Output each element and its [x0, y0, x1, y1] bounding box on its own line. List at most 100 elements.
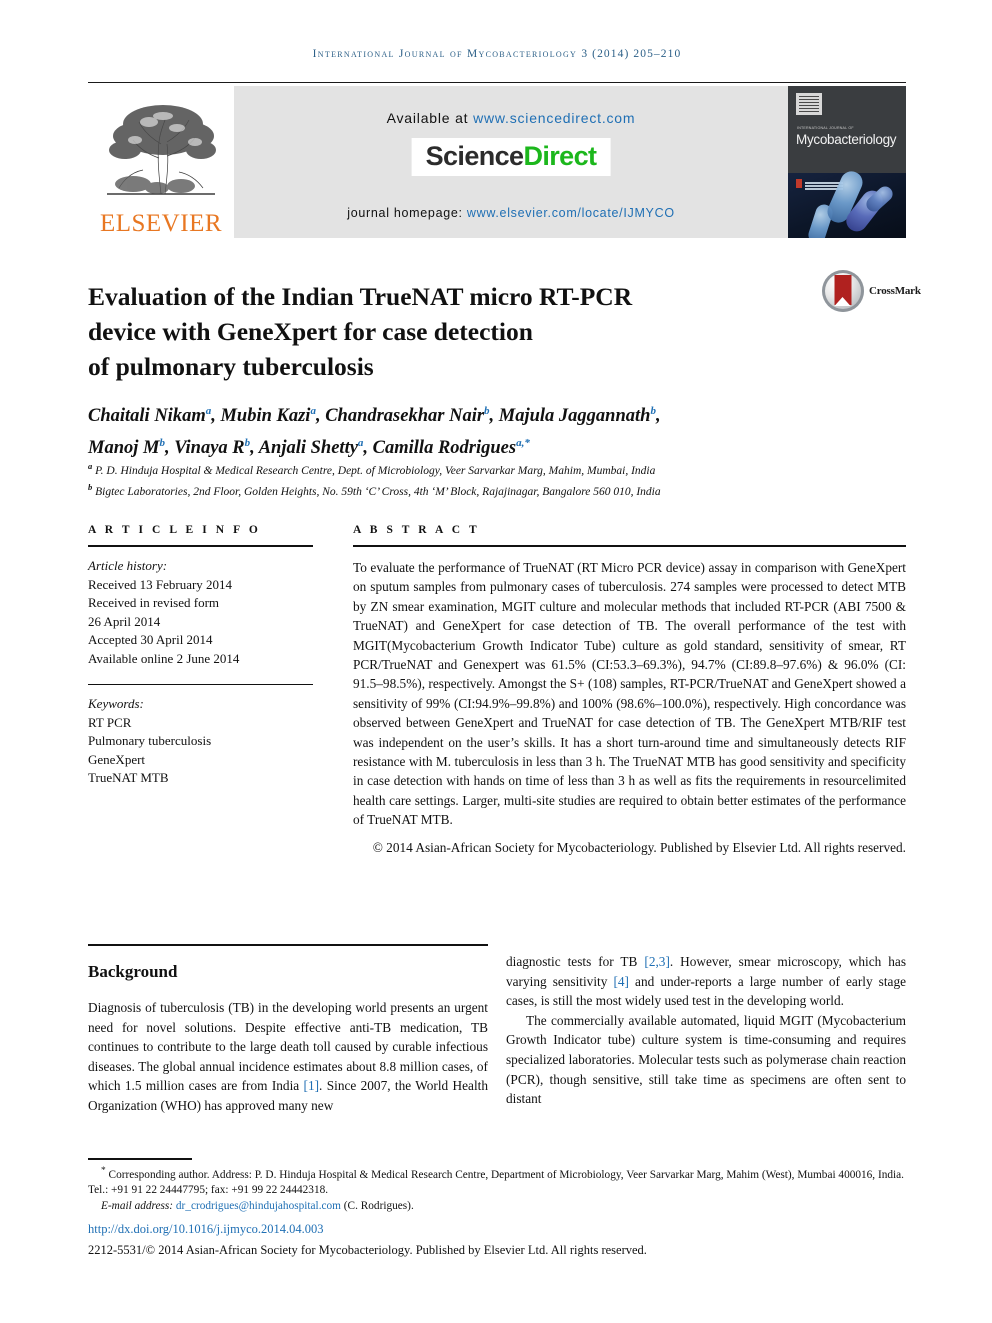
- affiliation-item: b Bigtec Laboratories, 2nd Floor, Golden…: [88, 479, 908, 500]
- author-affiliation-marker: b: [159, 437, 165, 450]
- author-affiliation-marker: a: [310, 405, 316, 417]
- title-line-2: device with GeneXpert for case detection: [88, 317, 533, 347]
- author-affiliation-marker: a: [205, 405, 212, 417]
- abstract-divider: [353, 545, 906, 547]
- body-paragraph: Diagnosis of tuberculosis (TB) in the de…: [88, 998, 488, 1116]
- crossmark-label: CrossMark: [869, 285, 921, 297]
- article-history-item: 26 April 2014: [88, 613, 161, 629]
- author-affiliation-marker: b: [484, 405, 490, 417]
- email-label: E-mail address:: [101, 1199, 174, 1212]
- bacillus-icon: [863, 183, 896, 215]
- crossmark-icon: [822, 270, 864, 312]
- body-column-right: diagnostic tests for TB [2,3]. However, …: [506, 952, 906, 1109]
- available-at-label: Available at: [386, 110, 469, 126]
- corresponding-author-name: Camilla Rodrigues: [372, 438, 517, 459]
- article-history-item: Received 13 February 2014: [88, 576, 233, 592]
- journal-homepage-url[interactable]: www.elsevier.com/locate/IJMYCO: [467, 206, 675, 220]
- available-at-line: Available at www.sciencedirect.com: [234, 110, 788, 126]
- keyword-item: RT PCR: [88, 714, 132, 730]
- sciencedirect-url[interactable]: www.sciencedirect.com: [473, 110, 635, 126]
- affiliation-list: a P. D. Hinduja Hospital & Medical Resea…: [88, 458, 908, 501]
- keywords-label: Keywords:: [88, 696, 144, 711]
- journal-masthead: ELSEVIER Available at www.sciencedirect.…: [88, 86, 906, 238]
- page-title: Evaluation of the Indian TrueNAT micro R…: [88, 279, 778, 384]
- abstract-text: To evaluate the performance of TrueNAT (…: [353, 560, 906, 828]
- title-line-1: Evaluation of the Indian TrueNAT micro R…: [88, 282, 633, 312]
- article-info-divider: [88, 545, 313, 547]
- paper-page: International Journal of Mycobacteriolog…: [0, 0, 992, 1323]
- author-affiliation-marker: b: [650, 405, 656, 417]
- journal-homepage-line: journal homepage: www.elsevier.com/locat…: [234, 206, 788, 220]
- keywords-block: Keywords: RT PCR Pulmonary tuberculosis …: [88, 695, 313, 788]
- corresponding-marker: *: [101, 1166, 106, 1176]
- body-column-left: Background Diagnosis of tuberculosis (TB…: [88, 952, 488, 1116]
- email-note: E-mail address: dr_crodrigues@hindujahos…: [88, 1199, 906, 1215]
- author-name: Vinaya R: [174, 438, 245, 459]
- body-divider: [88, 944, 488, 946]
- cover-kicker: INTERNATIONAL JOURNAL OF: [797, 126, 854, 130]
- title-line-3: of pulmonary tuberculosis: [88, 352, 374, 382]
- keyword-item: Pulmonary tuberculosis: [88, 733, 212, 748]
- running-head: International Journal of Mycobacteriolog…: [88, 48, 906, 60]
- author-affiliation-marker: a: [357, 437, 364, 450]
- section-heading-background: Background: [88, 962, 178, 981]
- header-divider: [88, 82, 906, 83]
- author-name: Chandrasekhar Nair: [325, 406, 485, 427]
- corresponding-author-text: Corresponding author. Address: P. D. Hin…: [88, 1168, 904, 1197]
- elsevier-wordmark: ELSEVIER: [99, 210, 223, 237]
- keyword-item: TrueNAT MTB: [88, 770, 169, 785]
- author-affiliation-marker: b: [244, 437, 251, 450]
- keyword-item: GeneXpert: [88, 751, 146, 767]
- crossmark-badge[interactable]: CrossMark: [822, 268, 922, 314]
- sciencedirect-panel: Available at www.sciencedirect.com Scien…: [234, 86, 788, 238]
- journal-homepage-label: journal homepage:: [347, 206, 463, 220]
- footnote-block: * Corresponding author. Address: P. D. H…: [88, 1164, 906, 1214]
- keywords-divider: [88, 684, 313, 685]
- citation-link[interactable]: [1]: [304, 1078, 320, 1093]
- cover-bottom-band: [788, 167, 906, 238]
- affiliation-text: P. D. Hinduja Hospital & Medical Researc…: [95, 464, 656, 477]
- article-info-section: A R T I C L E I N F O Article history: R…: [88, 524, 313, 788]
- body-paragraph: The commercially available automated, li…: [506, 1012, 906, 1107]
- author-name: Majula Jaggannath: [498, 406, 651, 427]
- abstract-copyright: © 2014 Asian-African Society for Mycobac…: [372, 839, 906, 855]
- author-affiliation-marker: a,*: [516, 437, 530, 450]
- body-text: diagnostic tests for TB: [506, 954, 645, 969]
- doi-link[interactable]: http://dx.doi.org/10.1016/j.ijmyco.2014.…: [88, 1222, 324, 1237]
- author-name: Anjali Shetty: [258, 438, 358, 459]
- running-head-journal: International Journal of Mycobacteriolog…: [312, 48, 578, 60]
- author-name: Mubin Kazi: [220, 406, 311, 427]
- affiliation-marker: a: [88, 461, 93, 471]
- article-history-item: Received in revised form: [88, 595, 220, 610]
- citation-link[interactable]: [2,3]: [644, 954, 669, 969]
- affiliation-text: Bigtec Laboratories, 2nd Floor, Golden H…: [95, 486, 661, 499]
- article-history-label: Article history:: [88, 558, 168, 573]
- abstract-heading: A B S T R A C T: [353, 524, 480, 536]
- elsevier-logo: ELSEVIER: [88, 86, 234, 238]
- sciencedirect-logo[interactable]: ScienceDirect: [411, 138, 611, 176]
- sciencedirect-word-direct: Direct: [523, 141, 597, 171]
- footnote-divider: [88, 1158, 192, 1160]
- cover-publisher-badge-icon: [796, 93, 822, 115]
- author-name: Manoj M: [88, 438, 160, 459]
- sciencedirect-word-science: Science: [425, 141, 524, 171]
- article-history-item: Available online 2 June 2014: [88, 650, 240, 666]
- affiliation-marker: b: [88, 482, 93, 493]
- running-head-volume: 3 (2014) 205–210: [581, 48, 682, 60]
- cover-title: Mycobacteriology: [796, 132, 897, 147]
- author-name: Chaitali Nikam: [88, 406, 206, 427]
- email-owner: (C. Rodrigues).: [343, 1199, 414, 1212]
- body-paragraph: diagnostic tests for TB [2,3]. However, …: [506, 952, 906, 1011]
- article-info-heading: A R T I C L E I N F O: [88, 524, 261, 536]
- abstract-section: A B S T R A C T To evaluate the performa…: [353, 524, 906, 857]
- affiliation-item: a P. D. Hinduja Hospital & Medical Resea…: [88, 458, 908, 479]
- article-history-block: Article history: Received 13 February 20…: [88, 557, 313, 668]
- issn-copyright-line: 2212-5531/© 2014 Asian-African Society f…: [88, 1243, 647, 1257]
- email-link[interactable]: dr_crodrigues@hindujahospital.com: [176, 1200, 341, 1212]
- journal-cover-image: INTERNATIONAL JOURNAL OF Mycobacteriolog…: [788, 86, 906, 238]
- author-list: Chaitali Nikama, Mubin Kazia, Chandrasek…: [88, 405, 661, 459]
- article-history-item: Accepted 30 April 2014: [88, 632, 213, 647]
- citation-link[interactable]: [4]: [613, 974, 629, 989]
- corresponding-author-note: * Corresponding author. Address: P. D. H…: [88, 1164, 906, 1199]
- elsevier-tree-icon: [99, 98, 223, 210]
